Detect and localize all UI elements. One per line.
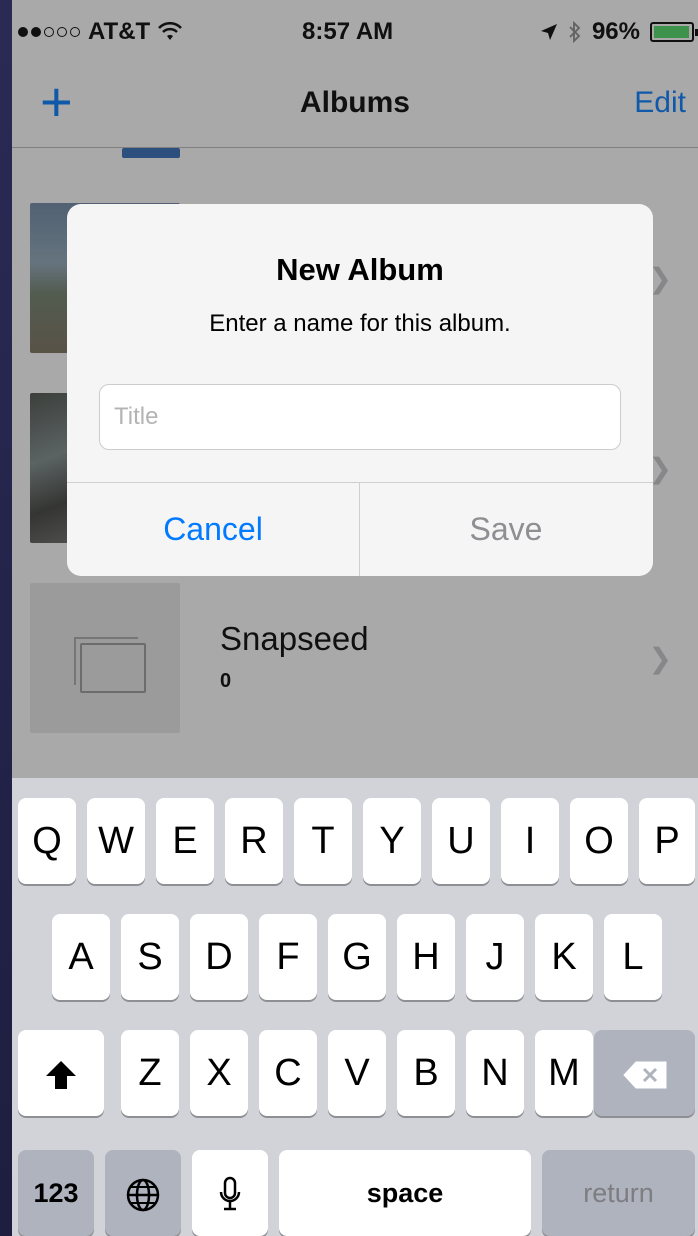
key-q[interactable]: Q xyxy=(18,798,76,884)
return-key[interactable]: return xyxy=(542,1150,695,1236)
key-t[interactable]: T xyxy=(294,798,352,884)
cancel-button[interactable]: Cancel xyxy=(67,483,359,576)
key-m[interactable]: M xyxy=(535,1030,593,1116)
key-e[interactable]: E xyxy=(156,798,214,884)
key-v[interactable]: V xyxy=(328,1030,386,1116)
save-button[interactable]: Save xyxy=(360,483,652,576)
shift-arrow-icon xyxy=(46,1060,76,1089)
keyboard: Q W E R T Y U I O P A S D F G H J K L Z … xyxy=(12,778,698,1236)
new-album-dialog: New Album Enter a name for this album. C… xyxy=(67,204,653,576)
key-s[interactable]: S xyxy=(121,914,179,1000)
key-r[interactable]: R xyxy=(225,798,283,884)
key-p[interactable]: P xyxy=(639,798,695,884)
key-k[interactable]: K xyxy=(535,914,593,1000)
globe-key[interactable] xyxy=(105,1150,181,1236)
key-o[interactable]: O xyxy=(570,798,628,884)
key-y[interactable]: Y xyxy=(363,798,421,884)
key-x[interactable]: X xyxy=(190,1030,248,1116)
shift-key[interactable] xyxy=(18,1030,104,1116)
numbers-key[interactable]: 123 xyxy=(18,1150,94,1236)
space-key[interactable]: space xyxy=(279,1150,531,1236)
key-j[interactable]: J xyxy=(466,914,524,1000)
album-title-input[interactable] xyxy=(99,384,621,450)
dialog-message: Enter a name for this album. xyxy=(209,310,511,337)
key-f[interactable]: F xyxy=(259,914,317,1000)
key-c[interactable]: C xyxy=(259,1030,317,1116)
key-a[interactable]: A xyxy=(52,914,110,1000)
key-w[interactable]: W xyxy=(87,798,145,884)
key-u[interactable]: U xyxy=(432,798,490,884)
screen: AT&T 8:57 AM 96% + Albums Edit ❯ ❯ Snaps… xyxy=(12,0,698,1236)
microphone-icon xyxy=(219,1176,241,1211)
key-b[interactable]: B xyxy=(397,1030,455,1116)
device-frame xyxy=(0,0,12,1236)
key-i[interactable]: I xyxy=(501,798,559,884)
delete-key[interactable] xyxy=(594,1030,695,1116)
key-z[interactable]: Z xyxy=(121,1030,179,1116)
key-l[interactable]: L xyxy=(604,914,662,1000)
key-g[interactable]: G xyxy=(328,914,386,1000)
dictation-key[interactable] xyxy=(192,1150,268,1236)
key-n[interactable]: N xyxy=(466,1030,524,1116)
key-h[interactable]: H xyxy=(397,914,455,1000)
globe-icon xyxy=(126,1178,160,1212)
dialog-title: New Album xyxy=(276,252,444,287)
backspace-icon xyxy=(622,1061,666,1089)
key-d[interactable]: D xyxy=(190,914,248,1000)
